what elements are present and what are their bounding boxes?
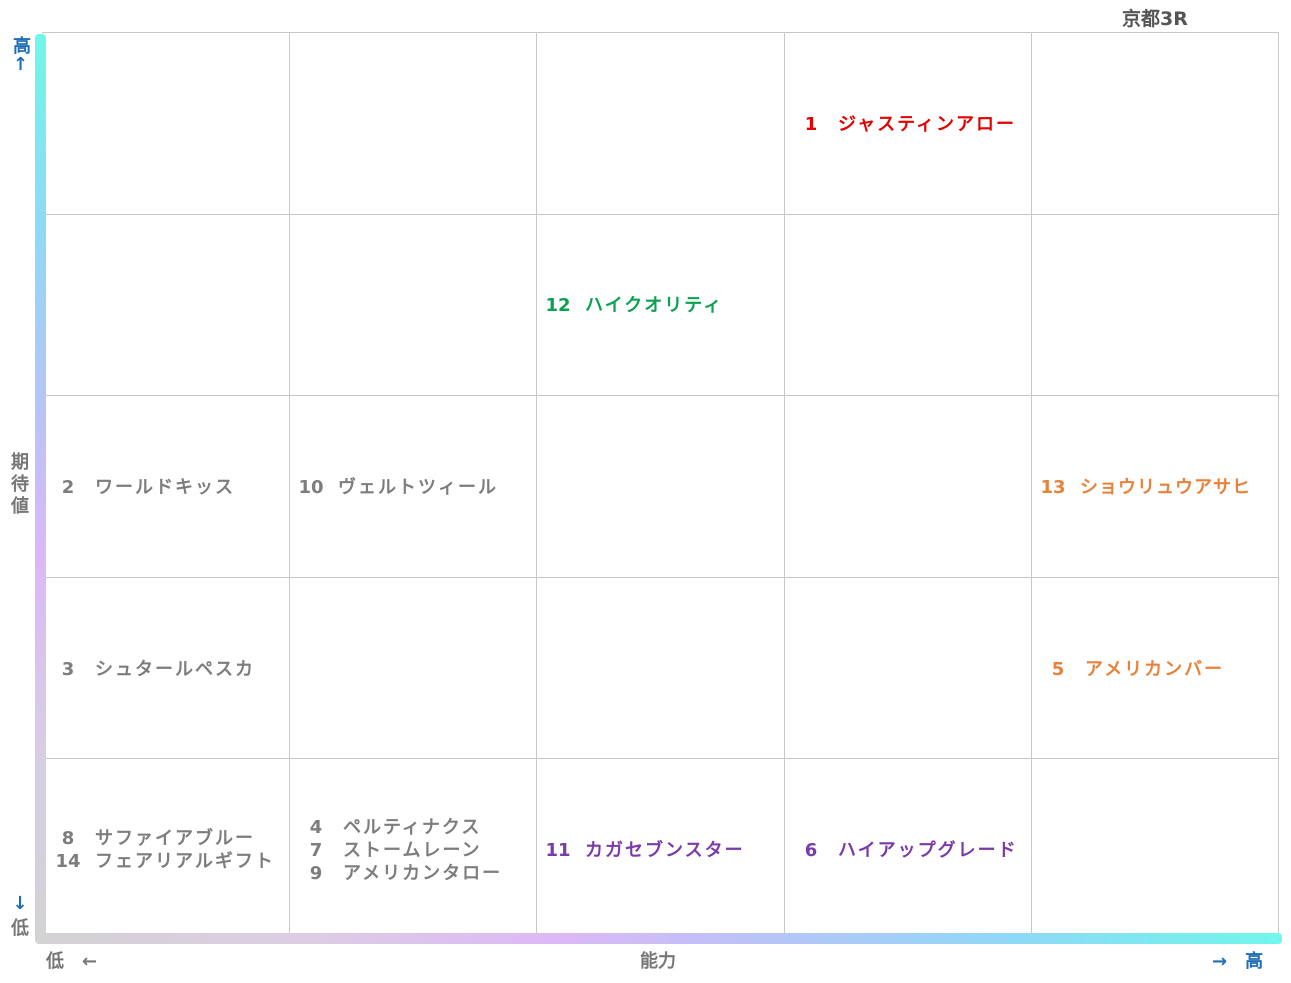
horse-name: カガセブンスター <box>585 840 745 861</box>
horse-entry: 11 カガセブンスター <box>543 839 745 862</box>
horse-entry: 12 ハイクオリティ <box>543 294 723 317</box>
horse-entry: 4 ペルティナクス 7 ストームレーン 9 アメリカンタロー <box>301 816 502 885</box>
horse-name: ワールドキッス <box>95 477 235 498</box>
horse-name: ハイクオリティ <box>585 295 724 316</box>
x-axis-gradient <box>35 933 1282 944</box>
horse-number: 11 <box>545 840 571 861</box>
horse-number: 12 <box>545 295 571 316</box>
grid-line <box>42 758 1279 759</box>
horse-number: 3 <box>61 659 75 680</box>
horse-number: 8 <box>61 828 75 849</box>
horse-entry: 1 ジャスティンアロー <box>796 113 1016 136</box>
horse-number: 2 <box>61 477 75 498</box>
horse-name: シュタールペスカ <box>95 659 255 680</box>
horse-number: 13 <box>1040 477 1066 498</box>
grid-line <box>42 214 1279 215</box>
horse-number: 4 <box>309 817 323 838</box>
horse-name: ショウリュウアサヒ <box>1080 477 1251 498</box>
horse-number: 5 <box>1051 659 1065 680</box>
horse-name: ジャスティンアロー <box>838 114 1017 135</box>
down-arrow-icon: ↓ <box>12 893 28 914</box>
horse-entry: 10 ヴェルトツィール <box>296 476 498 499</box>
horse-entry: 13 ショウリュウアサヒ <box>1038 476 1251 499</box>
grid-line <box>784 32 785 938</box>
x-axis-high-label: → 高 <box>1212 951 1264 972</box>
horse-number: 6 <box>804 840 818 861</box>
y-axis-gradient <box>35 34 46 941</box>
horse-name: アメリカンタロー <box>343 863 503 884</box>
y-axis-title: 期 待 値 <box>11 452 29 517</box>
horse-name: ストームレーン <box>343 840 482 861</box>
horse-number: 14 <box>55 851 81 872</box>
horse-name: フェアリアルギフト <box>95 851 275 872</box>
horse-number: 9 <box>309 863 323 884</box>
y-axis-high-label: 高↑ <box>10 36 31 75</box>
x-axis-title: 能力 <box>640 951 676 972</box>
horse-entry: 6 ハイアップグレード <box>796 839 1018 862</box>
horse-entry: 8 サファイアブルー 14 フェアリアルギフト <box>53 827 275 873</box>
horse-name: ペルティナクス <box>343 817 482 838</box>
grid-line <box>536 32 537 938</box>
horse-entry: 2 ワールドキッス <box>53 476 235 499</box>
y-axis-low-label: 低 <box>11 918 29 939</box>
horse-entry: 5 アメリカンバー <box>1043 658 1224 681</box>
horse-name: アメリカンバー <box>1085 659 1225 680</box>
horse-number: 1 <box>804 114 818 135</box>
x-axis-low-label: 低 ← <box>46 951 98 972</box>
grid-line <box>42 577 1279 578</box>
horse-number: 10 <box>298 477 324 498</box>
horse-entry: 3 シュタールペスカ <box>53 658 255 681</box>
horse-name: ハイアップグレード <box>838 840 1018 861</box>
race-title: 京都3R <box>1122 8 1188 30</box>
grid-line <box>42 395 1279 396</box>
horse-number: 7 <box>309 840 323 861</box>
horse-name: ヴェルトツィール <box>338 477 498 498</box>
grid-line <box>1031 32 1032 938</box>
horse-name: サファイアブルー <box>95 828 255 849</box>
grid-line <box>289 32 290 938</box>
